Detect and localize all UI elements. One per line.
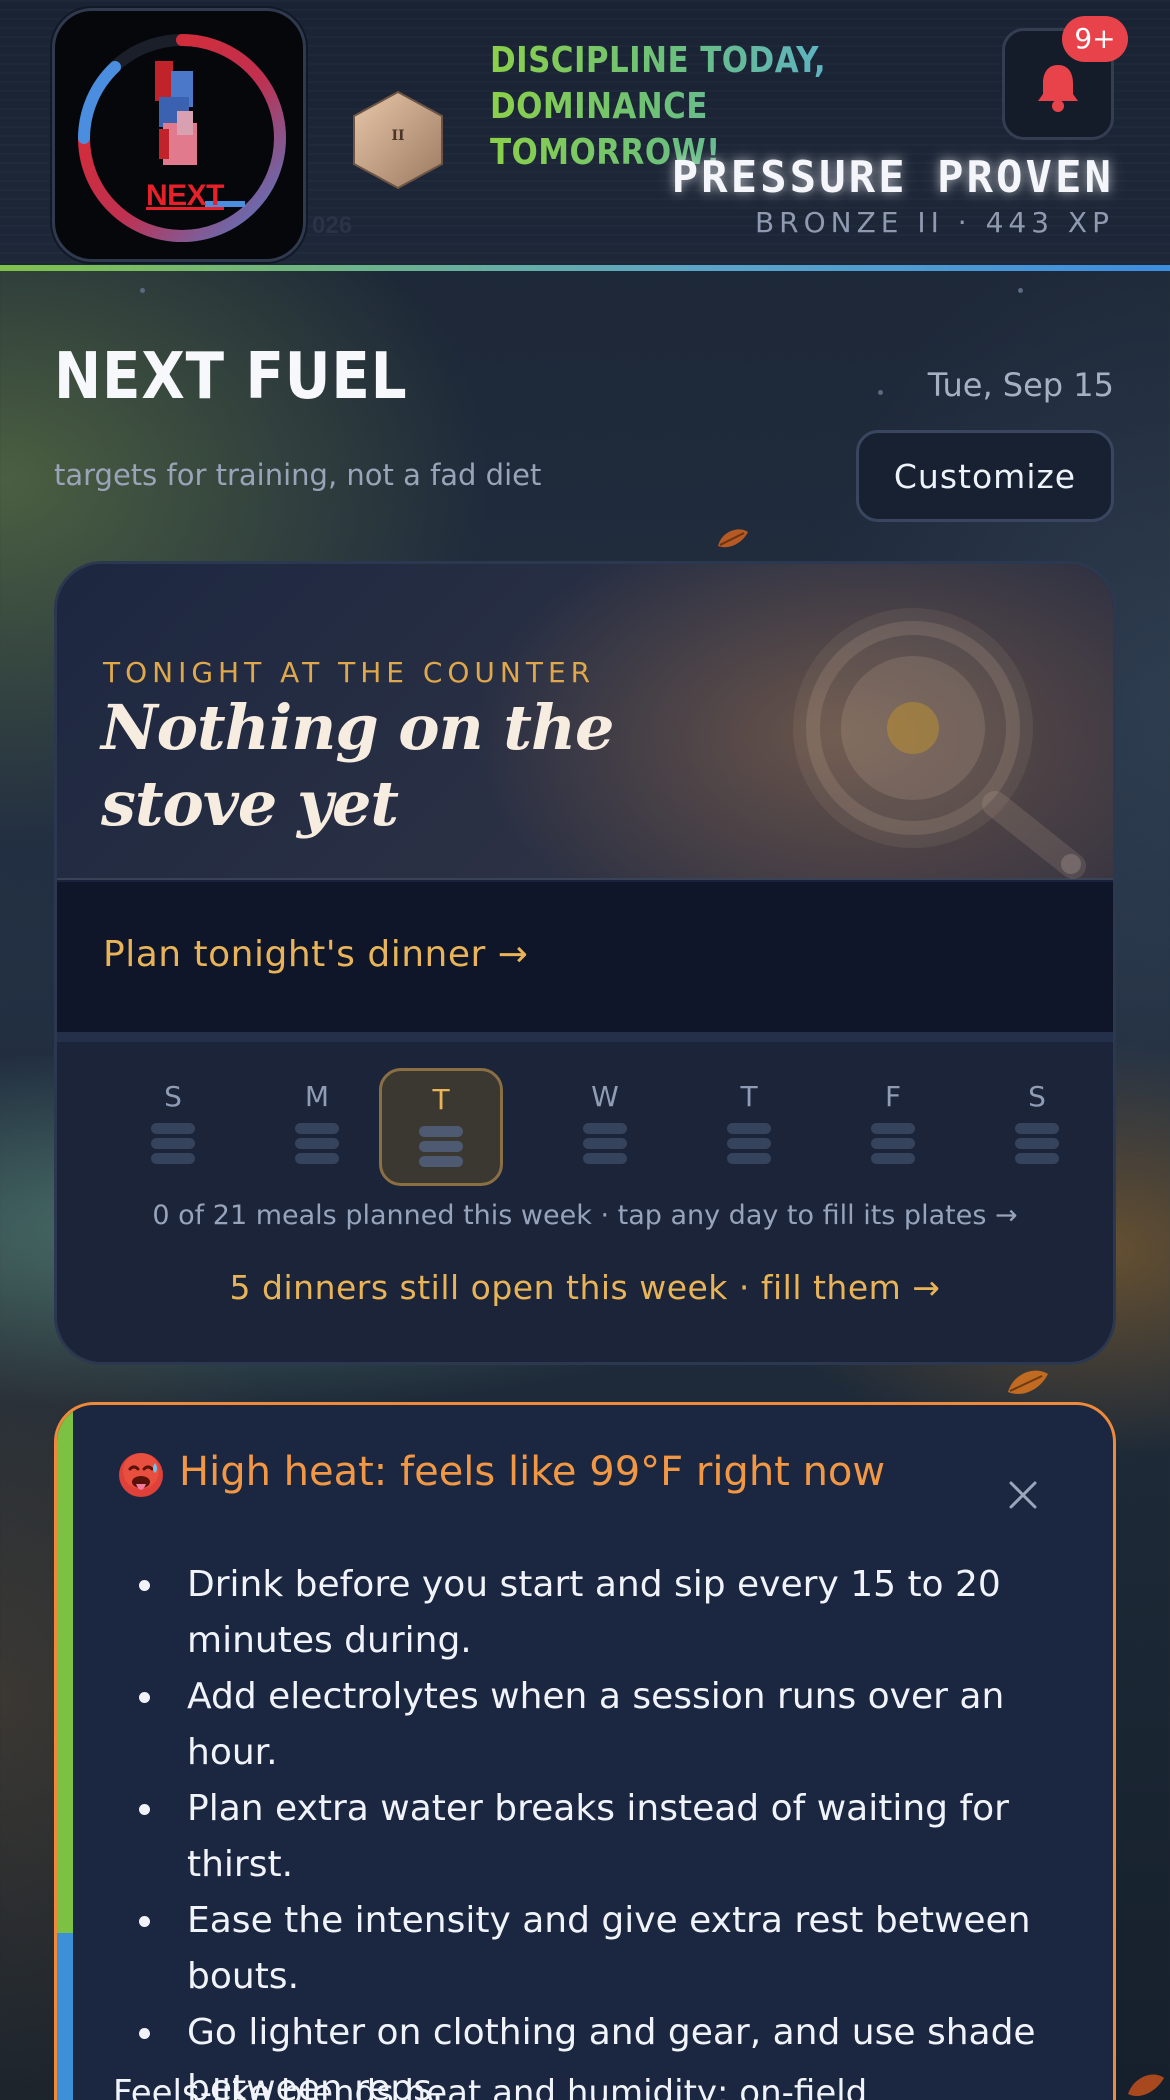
meal-pips (295, 1123, 339, 1164)
heat-alert-title: High heat: feels like 99°F right now (179, 1449, 886, 1495)
header-watermark: 026 (312, 212, 353, 239)
logo-wordmark: NEXT (145, 179, 225, 212)
hot-face-icon (119, 1453, 163, 1497)
customize-button[interactable]: Customize (856, 430, 1114, 522)
meal-pips (1015, 1123, 1059, 1164)
day-wednesday[interactable]: W (543, 1068, 667, 1186)
day-thursday[interactable]: T (687, 1068, 811, 1186)
day-monday[interactable]: M (255, 1068, 379, 1186)
plan-dinner-link[interactable]: Plan tonight's dinner → (103, 934, 528, 975)
heat-tip: Add electrolytes when a session runs ove… (167, 1669, 1097, 1781)
top-bar: NEXT 026 II DISCIPLINE TODAY, DOMINANCE … (0, 0, 1170, 270)
meal-pips (583, 1123, 627, 1164)
heat-tip: Drink before you start and sip every 15 … (167, 1557, 1097, 1669)
bell-icon (1038, 65, 1078, 112)
day-letter: T (740, 1080, 758, 1113)
plan-dinner-row[interactable]: Plan tonight's dinner → (57, 882, 1113, 1032)
heat-tips-list: Drink before you start and sip every 15 … (167, 1557, 1097, 2100)
ambient-dot (878, 390, 883, 395)
meal-pips (151, 1123, 195, 1164)
frying-pan-icon (793, 608, 1086, 879)
player-title: PRESSURE PROVEN (671, 152, 1114, 203)
day-letter: T (432, 1083, 450, 1116)
page-title: NEXT FUEL (54, 340, 408, 414)
heat-tip: Plan extra water breaks instead of waiti… (167, 1781, 1097, 1893)
leaf-icon (1128, 2074, 1164, 2097)
heat-alert-card: High heat: feels like 99°F right now Dri… (54, 1402, 1116, 2100)
meal-pips (871, 1123, 915, 1164)
motto-line-1: DISCIPLINE TODAY, (490, 40, 827, 81)
current-date: Tue, Sep 15 (927, 366, 1114, 404)
dinner-title: Nothing on the stove yet (101, 691, 615, 840)
player-rank-xp: BRONZE II · 443 XP (754, 206, 1114, 239)
week-planner: S M T W T F S 0 of 21 meals planned this… (57, 1032, 1113, 1362)
ambient-dot (1018, 288, 1023, 293)
day-letter: F (884, 1080, 902, 1113)
week-meal-summary[interactable]: 0 of 21 meals planned this week · tap an… (57, 1200, 1113, 1231)
header-accent-divider (0, 265, 1170, 271)
day-sunday[interactable]: S (111, 1068, 235, 1186)
day-letter: W (591, 1080, 619, 1113)
alert-stripe (57, 1405, 73, 2100)
team-logo[interactable]: NEXT (52, 8, 306, 262)
rank-numeral: II (391, 128, 405, 144)
tonight-dinner-card: TONIGHT AT THE COUNTER Nothing on the st… (54, 561, 1116, 1365)
leaf-icon (718, 529, 748, 548)
meal-pips (727, 1123, 771, 1164)
day-letter: S (1028, 1080, 1046, 1113)
dinner-kicker: TONIGHT AT THE COUNTER (103, 656, 596, 689)
heat-tip: Ease the intensity and give extra rest b… (167, 1893, 1097, 2005)
meal-pips (419, 1126, 463, 1167)
day-letter: S (164, 1080, 182, 1113)
day-letter: M (304, 1080, 330, 1113)
ambient-dot (140, 288, 145, 293)
open-dinners-link[interactable]: 5 dinners still open this week · fill th… (57, 1268, 1113, 1307)
notification-count-badge: 9+ (1062, 16, 1128, 62)
close-icon[interactable] (1003, 1475, 1043, 1515)
heat-alert-footnote: Feels-like blends heat and humidity; on-… (113, 2073, 868, 2100)
logo-ring-icon (78, 34, 286, 242)
page-subtitle: targets for training, not a fad diet (54, 458, 542, 492)
dinner-hero: TONIGHT AT THE COUNTER Nothing on the st… (57, 564, 1113, 880)
day-tuesday[interactable]: T (379, 1068, 503, 1186)
day-saturday[interactable]: S (975, 1068, 1099, 1186)
leaf-icon (1008, 1370, 1048, 1394)
day-friday[interactable]: F (831, 1068, 955, 1186)
